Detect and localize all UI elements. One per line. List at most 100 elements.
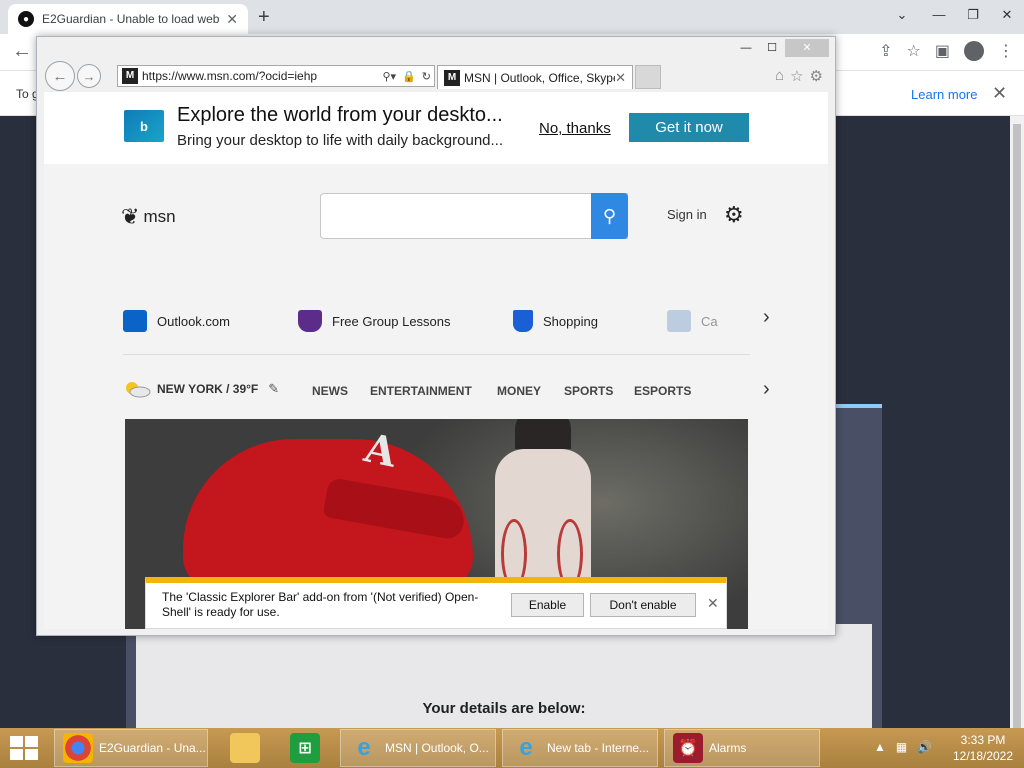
category-nav: NEW YORK / 39°F ✎ NEWS ENTERTAINMENT MON… [123, 378, 828, 404]
ie-window: — ☐ ✕ ← → M https://www.msn.com/?ocid=ie… [36, 36, 836, 636]
search-input[interactable] [320, 193, 628, 239]
taskbar-item-chrome[interactable]: E2Guardian - Una... [54, 729, 208, 767]
chrome-tab-strip: ● E2Guardian - Unable to load web page ✕… [0, 0, 1024, 34]
taskbar: E2Guardian - Una... ⊞ e MSN | Outlook, O… [0, 728, 1024, 768]
get-it-now-button[interactable]: Get it now [629, 113, 749, 142]
chrome-tab-e2guardian[interactable]: ● E2Guardian - Unable to load web page ✕ [8, 4, 248, 34]
promo-headline: Explore the world from your deskto... [177, 104, 503, 126]
nav-sports[interactable]: SPORTS [564, 384, 613, 398]
clock-date: 12/18/2022 [952, 749, 1014, 763]
chrome-window-controls: ⌄ — ❐ ✕ [882, 0, 1024, 30]
weather-city: NEW YORK / 39°F [157, 382, 259, 396]
kebab-menu-icon[interactable]: ⋮ [998, 41, 1014, 61]
chevron-right-icon[interactable]: › [763, 378, 770, 401]
msn-favicon-icon: M [444, 69, 460, 86]
scrollbar-thumb[interactable] [1013, 124, 1021, 754]
taskbar-item-ie-msn[interactable]: e MSN | Outlook, O... [340, 729, 496, 767]
nav-news[interactable]: NEWS [312, 384, 348, 398]
maximize-icon[interactable]: ☐ [759, 39, 785, 57]
msn-favicon-icon: M [122, 68, 138, 84]
share-icon[interactable]: ⇪ [879, 41, 892, 61]
nav-esports[interactable]: ESPORTS [634, 384, 691, 398]
graduation-cap-icon [298, 310, 322, 332]
restore-icon[interactable]: ❐ [956, 0, 990, 30]
profile-avatar-icon[interactable] [964, 41, 984, 61]
taskbar-label: Alarms [709, 741, 747, 755]
search-icon[interactable]: ⚲▾ [383, 70, 397, 83]
volume-icon[interactable]: 🔊 [917, 740, 932, 754]
close-notification-icon[interactable]: ✕ [707, 595, 719, 612]
ie-tools: ⌂ ☆ ⚙ [775, 67, 823, 85]
close-tab-icon[interactable]: ✕ [615, 70, 626, 86]
msn-logo-text: msn [143, 207, 176, 226]
nav-money[interactable]: MONEY [497, 384, 541, 398]
quick-link-shopping[interactable]: Shopping [513, 310, 598, 332]
chrome-toolbar-actions: ⇪ ☆ ▣ ⋮ [879, 41, 1014, 61]
taskbar-label: MSN | Outlook, O... [385, 741, 489, 755]
settings-gear-icon[interactable]: ⚙ [724, 202, 744, 228]
divider [123, 354, 750, 355]
close-window-icon[interactable]: ✕ [990, 0, 1024, 30]
chrome-icon [63, 733, 93, 763]
side-panel-icon[interactable]: ▣ [935, 41, 950, 61]
tab-search-chevron-icon[interactable]: ⌄ [882, 0, 922, 30]
addon-notification-bar: The 'Classic Explorer Bar' add-on from '… [145, 577, 727, 629]
minimize-icon[interactable]: — [922, 0, 956, 30]
show-hidden-icons-icon[interactable]: ▲ [874, 740, 886, 754]
taskbar-label: E2Guardian - Una... [99, 741, 206, 755]
taskbar-item-file-explorer[interactable] [222, 729, 272, 767]
dont-enable-button[interactable]: Don't enable [590, 593, 696, 617]
sign-in-link[interactable]: Sign in [667, 207, 707, 222]
address-url[interactable]: https://www.msn.com/?ocid=iehp [142, 69, 380, 83]
system-clock[interactable]: 3:33 PM 12/18/2022 [948, 732, 1018, 764]
msn-butterfly-icon: ❦ [121, 204, 140, 229]
new-tab-button[interactable]: + [258, 6, 270, 29]
quick-link-outlook[interactable]: Outlook.com [123, 310, 230, 332]
taskbar-item-ie-newtab[interactable]: e New tab - Interne... [502, 729, 658, 767]
close-infobar-icon[interactable]: ✕ [992, 83, 1007, 104]
bookmark-star-icon[interactable]: ☆ [907, 41, 921, 61]
minimize-icon[interactable]: — [733, 39, 759, 57]
refresh-icon[interactable]: ↻ [422, 70, 431, 83]
ie-tab-msn[interactable]: M MSN | Outlook, Office, Skype, Bing ✕ [437, 65, 633, 89]
card-accent [836, 404, 882, 408]
address-bar[interactable]: M https://www.msn.com/?ocid=iehp ⚲▾ 🔒 ↻ [117, 65, 435, 87]
close-window-icon[interactable]: ✕ [785, 39, 829, 57]
quick-link-label: Ca [701, 313, 718, 329]
quick-link-group-lessons[interactable]: Free Group Lessons [298, 310, 451, 332]
back-arrow-icon[interactable]: ← [45, 61, 75, 91]
bing-promo-banner: b Explore the world from your deskto... … [44, 92, 828, 164]
bat-knob [515, 419, 571, 449]
favorites-star-icon[interactable]: ☆ [790, 67, 803, 85]
quick-link-label: Shopping [543, 313, 598, 329]
clock-time: 3:33 PM [960, 733, 1006, 747]
msn-logo[interactable]: ❦ msn [121, 204, 176, 230]
learn-more-link[interactable]: Learn more [911, 87, 977, 102]
weather-widget[interactable]: NEW YORK / 39°F ✎ [123, 380, 279, 398]
no-thanks-link[interactable]: No, thanks [539, 120, 611, 137]
search-icon: ⚲ [602, 205, 617, 226]
ie-icon: e [519, 734, 533, 761]
quick-link-cars[interactable]: Ca [667, 310, 718, 332]
edit-pencil-icon[interactable]: ✎ [268, 381, 279, 397]
network-icon[interactable]: ▦ [896, 740, 907, 754]
chevron-right-icon[interactable]: › [763, 306, 770, 329]
close-tab-icon[interactable]: ✕ [226, 11, 238, 28]
chrome-scrollbar[interactable] [1010, 116, 1024, 754]
lock-icon[interactable]: 🔒 [402, 70, 416, 83]
enable-button[interactable]: Enable [511, 593, 584, 617]
ie-icon: e [357, 734, 371, 761]
settings-gear-icon[interactable]: ⚙ [810, 67, 823, 85]
new-tab-button[interactable] [635, 65, 661, 89]
taskbar-item-store[interactable]: ⊞ [282, 729, 332, 767]
search-button[interactable]: ⚲ [591, 193, 628, 239]
nav-entertainment[interactable]: ENTERTAINMENT [370, 384, 472, 398]
home-icon[interactable]: ⌂ [775, 67, 784, 85]
taskbar-item-alarms[interactable]: ⏰ Alarms [664, 729, 820, 767]
forward-arrow-icon[interactable]: → [77, 64, 101, 88]
back-arrow-icon[interactable]: ← [12, 40, 32, 63]
chrome-tab-title: E2Guardian - Unable to load web page [42, 12, 220, 26]
ie-navigation: ← → [45, 61, 101, 91]
windows-start-icon[interactable] [10, 736, 38, 760]
taskbar-label: New tab - Interne... [547, 741, 650, 755]
